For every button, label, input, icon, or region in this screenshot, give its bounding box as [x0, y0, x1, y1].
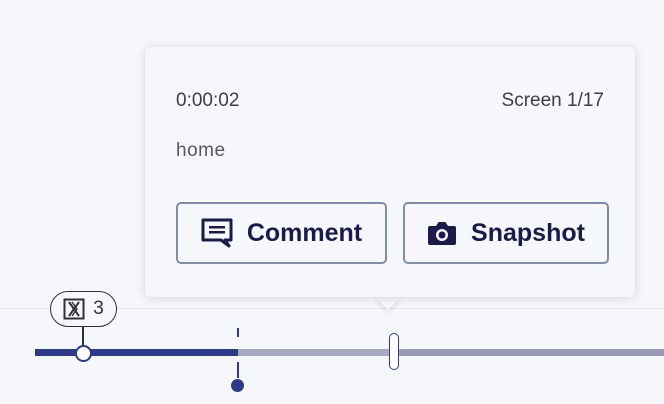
camera-icon	[427, 220, 457, 246]
playhead-line-top	[237, 328, 239, 337]
comment-icon	[201, 218, 233, 248]
screen-counter: Screen 1/17	[501, 90, 604, 111]
comment-button-label: Comment	[246, 218, 363, 247]
page-name: home	[176, 140, 226, 161]
event-count: 3	[93, 298, 104, 319]
snapshot-button-label: Snapshot	[471, 218, 585, 247]
timeline-remaining-track[interactable]	[400, 349, 664, 356]
scrub-handle[interactable]	[389, 333, 399, 370]
playhead-line-bottom	[237, 362, 239, 378]
logo-icon	[63, 298, 85, 320]
event-count-badge[interactable]: 3	[50, 291, 117, 327]
event-marker-node[interactable]	[75, 345, 92, 362]
playhead-marker[interactable]	[231, 379, 244, 392]
snapshot-button[interactable]: Snapshot	[403, 202, 609, 264]
comment-button[interactable]: Comment	[176, 202, 387, 264]
timeline-played-track[interactable]	[35, 349, 238, 356]
timestamp: 0:00:02	[176, 90, 240, 111]
